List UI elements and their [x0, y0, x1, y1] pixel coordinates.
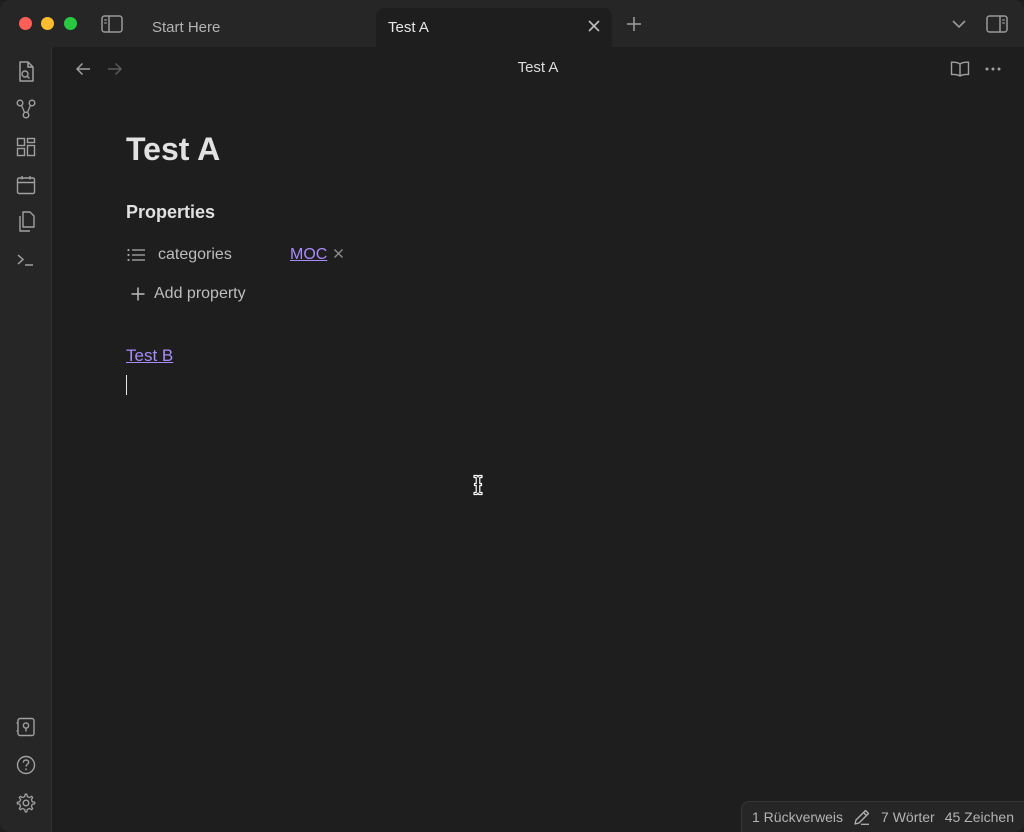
text-cursor: [126, 375, 127, 395]
list-icon[interactable]: [126, 247, 146, 263]
help-button[interactable]: [13, 752, 39, 778]
settings-button[interactable]: [13, 790, 39, 816]
property-key[interactable]: categories: [158, 246, 290, 264]
view-header: Test A: [52, 47, 1024, 91]
close-tab-button[interactable]: [586, 18, 602, 38]
command-palette-button[interactable]: [13, 247, 39, 273]
files-copy-icon: [19, 211, 35, 232]
more-options-button[interactable]: [982, 58, 1004, 80]
tab-label: Start Here: [152, 19, 221, 36]
zoom-window-button[interactable]: [64, 17, 77, 30]
daily-note-button[interactable]: [13, 172, 39, 198]
canvas-button[interactable]: [13, 134, 39, 160]
tab-start-here[interactable]: Start Here: [140, 8, 370, 47]
pencil-icon: [854, 809, 870, 825]
backlinks-count[interactable]: 1 Rückverweis: [752, 809, 843, 825]
plus-icon: [627, 17, 641, 31]
close-icon: [588, 20, 600, 32]
close-window-button[interactable]: [19, 17, 32, 30]
plus-icon: [131, 287, 145, 301]
minimize-window-button[interactable]: [41, 17, 54, 30]
more-horizontal-icon: [985, 67, 1001, 71]
remove-value-button[interactable]: [333, 246, 344, 264]
editing-mode-button[interactable]: [853, 808, 871, 826]
note-title[interactable]: Test A: [126, 131, 220, 168]
property-value-link[interactable]: MOC: [290, 246, 327, 264]
sidebar-left-icon: [101, 15, 123, 33]
tab-list-button[interactable]: [949, 14, 969, 34]
chevron-down-icon: [952, 20, 966, 29]
book-open-icon: [950, 61, 970, 77]
vault-icon: [16, 717, 35, 737]
close-icon: [334, 249, 344, 258]
tab-label: Test A: [388, 19, 429, 36]
internal-link[interactable]: Test B: [126, 346, 173, 366]
view-title[interactable]: Test A: [52, 59, 1024, 76]
left-ribbon: [0, 47, 52, 832]
gear-icon: [16, 793, 36, 813]
graph-view-button[interactable]: [13, 96, 39, 122]
open-vault-button[interactable]: [13, 714, 39, 740]
new-tab-button[interactable]: [624, 14, 644, 34]
layout-grid-icon: [16, 137, 36, 157]
ibeam-cursor-icon: [472, 474, 484, 501]
title-bar: Start Here Test A: [0, 0, 1024, 47]
file-search-icon: [19, 61, 34, 82]
tab-test-a[interactable]: Test A: [376, 8, 612, 47]
word-count: 7 Wörter: [881, 809, 935, 825]
editor-pane: Test A Test A Properties categories MOC …: [52, 47, 1024, 832]
toggle-left-sidebar-button[interactable]: [100, 13, 124, 35]
status-bar: 1 Rückverweis 7 Wörter 45 Zeichen: [741, 801, 1024, 832]
app-window: Start Here Test A Test A Test A Properti…: [0, 0, 1024, 832]
quick-switcher-button[interactable]: [13, 59, 39, 85]
calendar-icon: [16, 176, 36, 195]
sidebar-right-icon: [986, 15, 1008, 33]
properties-heading[interactable]: Properties: [126, 202, 215, 223]
reading-view-button[interactable]: [949, 58, 971, 80]
templates-button[interactable]: [13, 209, 39, 235]
add-property-label: Add property: [154, 285, 246, 302]
toggle-right-sidebar-button[interactable]: [985, 13, 1009, 35]
add-property-button[interactable]: Add property: [130, 285, 246, 303]
help-icon: [16, 755, 36, 775]
character-count: 45 Zeichen: [944, 809, 1014, 825]
terminal-icon: [17, 254, 33, 266]
property-row[interactable]: categories MOC: [126, 243, 344, 267]
graph-icon: [16, 99, 36, 119]
